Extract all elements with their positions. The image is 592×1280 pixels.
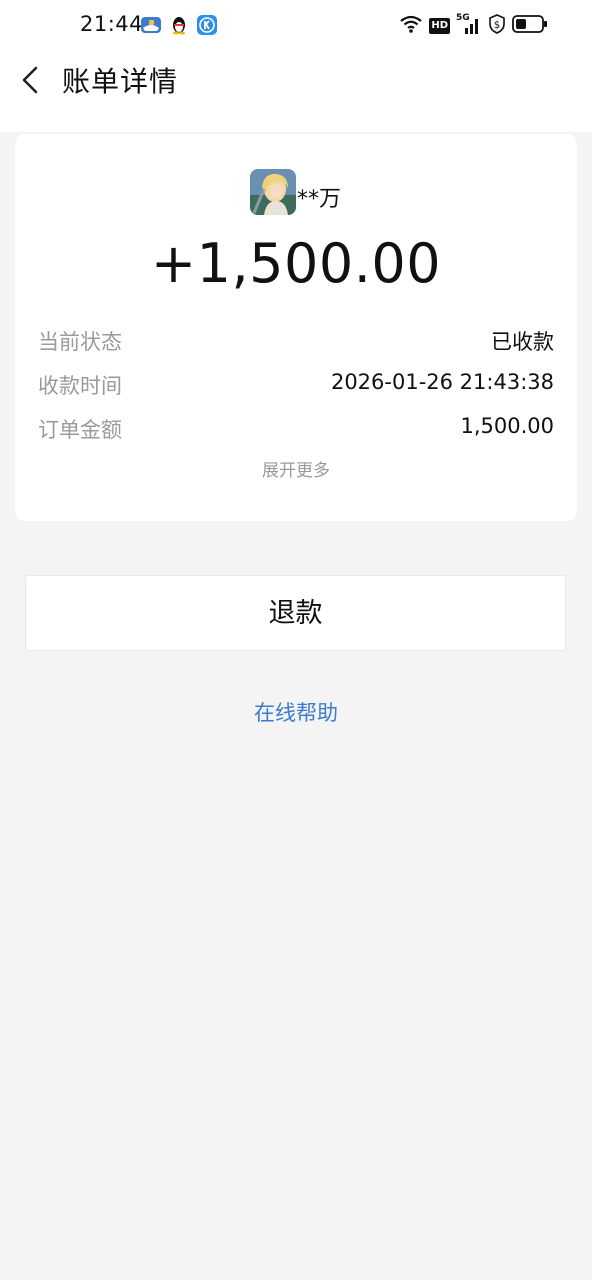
notification-icons — [140, 14, 218, 36]
qq-penguin-icon — [168, 14, 190, 36]
payer-avatar[interactable] — [250, 169, 296, 215]
signal-5g-icon: 5G — [456, 13, 482, 36]
refund-button[interactable]: 退款 — [25, 575, 566, 651]
hd-icon: HD — [429, 18, 450, 34]
battery-icon — [512, 15, 548, 37]
detail-label: 订单金额 — [38, 418, 122, 442]
online-help-link[interactable]: 在线帮助 — [0, 697, 592, 727]
title-bar: 账单详情 — [0, 52, 592, 132]
bill-detail-card: **万 +1,500.00 当前状态 已收款 收款时间 2026-01-26 2… — [15, 134, 577, 521]
shield-dollar-icon: $ — [488, 14, 506, 38]
detail-row-time: 收款时间 2026-01-26 21:43:38 — [38, 370, 554, 400]
boat-app-icon — [140, 14, 162, 36]
wifi-icon — [399, 14, 423, 38]
detail-row-amount: 订单金额 1,500.00 — [38, 414, 554, 444]
status-time: 21:44 — [80, 12, 144, 36]
detail-value: 2026-01-26 21:43:38 — [330, 370, 554, 394]
detail-value: 已收款 — [491, 330, 554, 354]
system-icons: HD 5G $ — [399, 13, 548, 38]
detail-label: 当前状态 — [38, 330, 122, 354]
payer-info: **万 — [250, 169, 341, 215]
back-button[interactable] — [14, 60, 50, 100]
status-bar: 21:44 HD 5G $ — [0, 0, 592, 52]
expand-more-link[interactable]: 展开更多 — [15, 456, 577, 481]
page-title: 账单详情 — [62, 65, 179, 98]
transaction-amount: +1,500.00 — [150, 232, 442, 295]
chevron-left-icon — [22, 66, 38, 94]
k-app-icon — [196, 14, 218, 36]
detail-row-status: 当前状态 已收款 — [38, 326, 554, 356]
svg-text:$: $ — [494, 20, 500, 31]
detail-label: 收款时间 — [38, 374, 122, 398]
detail-value: 1,500.00 — [460, 414, 554, 438]
payer-name: **万 — [297, 187, 342, 212]
